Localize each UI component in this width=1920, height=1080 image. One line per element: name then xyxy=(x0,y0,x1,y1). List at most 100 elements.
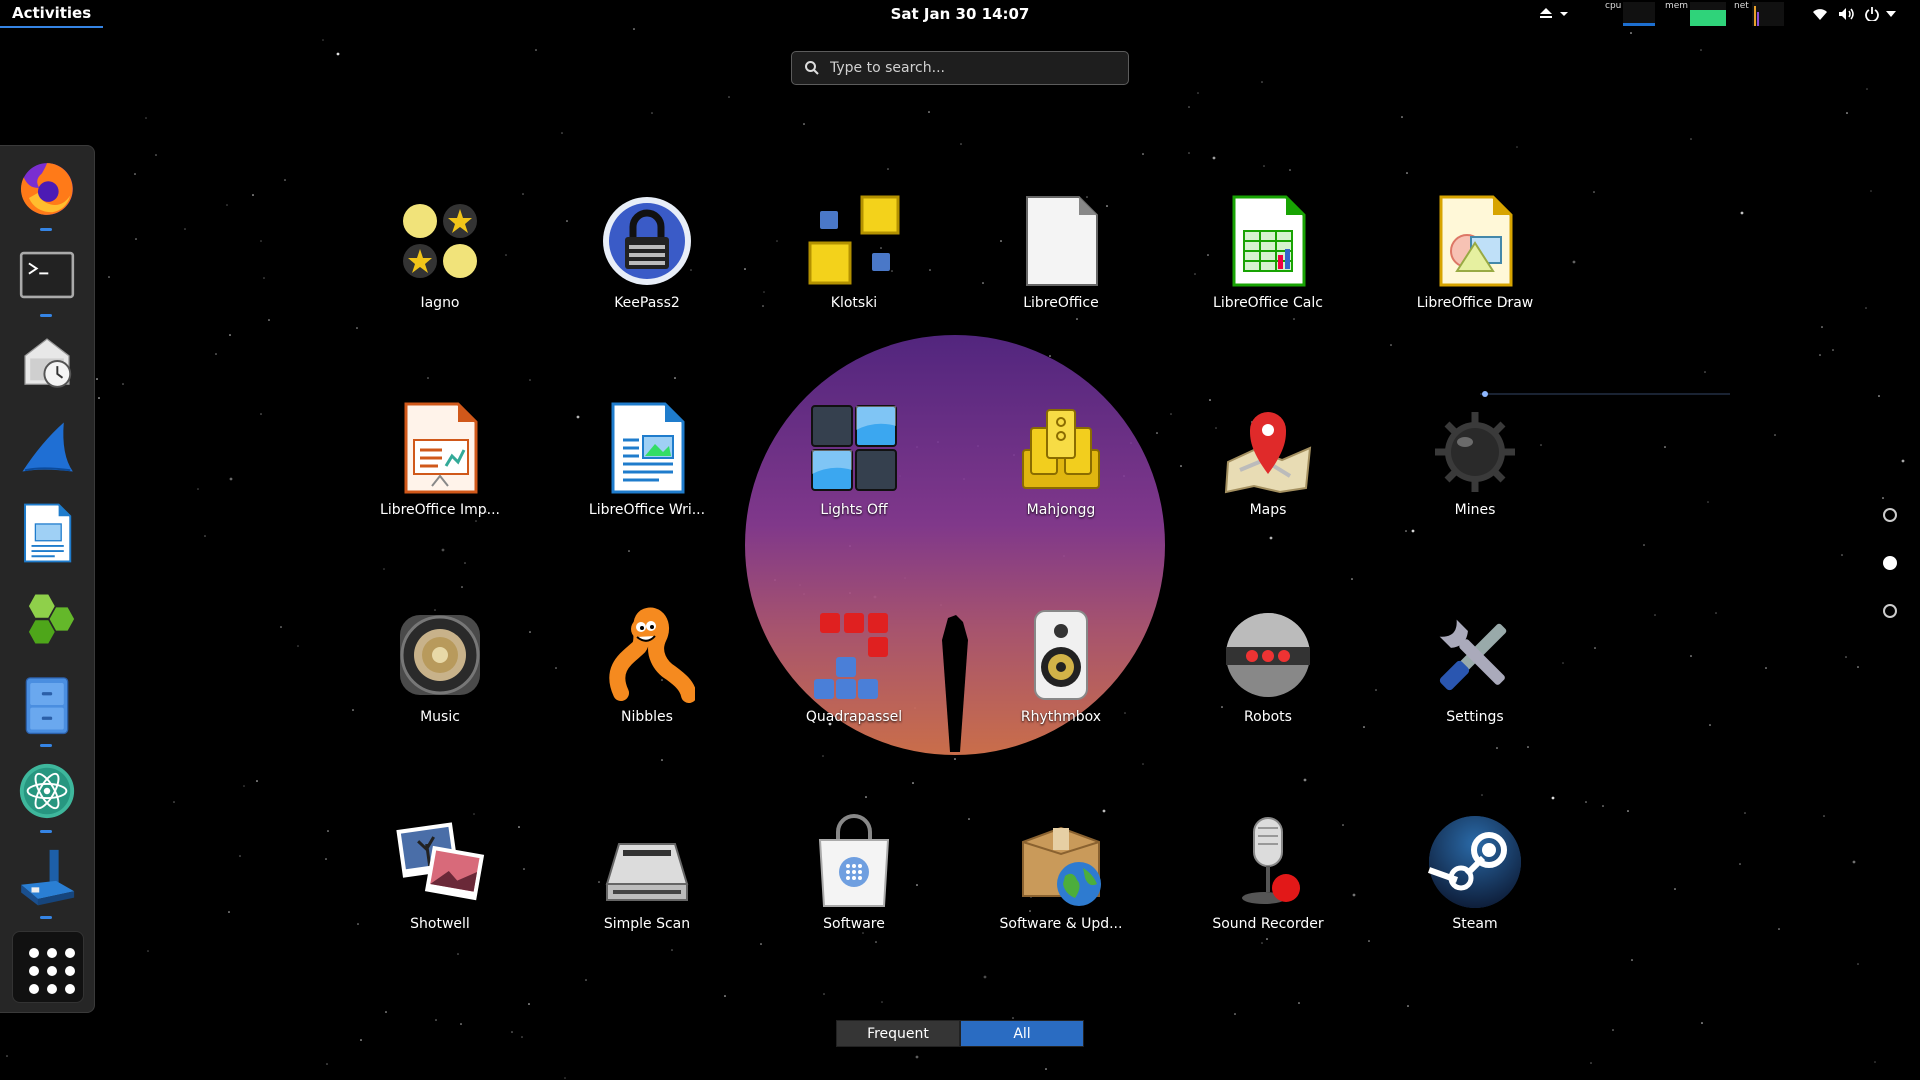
music-icon xyxy=(392,607,488,703)
app-tile[interactable]: Mines xyxy=(1375,362,1575,562)
dash-launcher[interactable] xyxy=(12,758,82,828)
dash-launcher[interactable] xyxy=(12,500,82,570)
app-label: Nibbles xyxy=(621,709,673,725)
system-menu-chevron-icon[interactable] xyxy=(1884,4,1898,24)
app-tile[interactable]: Settings xyxy=(1375,569,1575,769)
dash-launcher[interactable] xyxy=(12,156,82,226)
app-label: LibreOffice Draw xyxy=(1416,295,1534,311)
all-tab[interactable]: All xyxy=(960,1020,1084,1047)
app-label: Iagno xyxy=(420,295,460,311)
app-tile[interactable]: LibreOffice Draw xyxy=(1375,155,1575,355)
show-applications-button[interactable] xyxy=(12,931,84,1003)
libreoffice-draw-icon xyxy=(1427,193,1523,289)
nibbles-icon xyxy=(599,607,695,703)
wifi-icon[interactable] xyxy=(1810,4,1830,24)
app-tile[interactable]: KeePass2 xyxy=(547,155,747,355)
dash-launcher[interactable] xyxy=(12,586,82,656)
app-label: Software xyxy=(823,916,885,932)
quadrapassel-icon xyxy=(806,607,902,703)
running-indicator xyxy=(40,228,52,231)
libreoffice-calc-icon xyxy=(1220,193,1316,289)
app-tile[interactable]: LibreOffice Wri... xyxy=(547,362,747,562)
keepass-icon xyxy=(599,193,695,289)
file-cabinet-icon xyxy=(16,674,78,740)
cpu-graph[interactable]: cpu xyxy=(1605,1,1657,26)
app-label: Mines xyxy=(1454,502,1496,518)
app-label: LibreOffice Wri... xyxy=(588,502,706,518)
app-tile[interactable]: Sound Recorder xyxy=(1168,776,1368,976)
steam-icon xyxy=(1427,814,1523,910)
app-label: Steam xyxy=(1452,916,1498,932)
libreoffice-impress-icon xyxy=(392,400,488,496)
app-tile[interactable]: Mahjongg xyxy=(961,362,1161,562)
app-tile[interactable]: LibreOffice xyxy=(961,155,1161,355)
activities-button[interactable]: Activities xyxy=(0,0,104,28)
iagno-icon xyxy=(392,193,488,289)
app-tile[interactable]: Lights Off xyxy=(754,362,954,562)
power-icon[interactable] xyxy=(1862,4,1882,24)
mines-icon xyxy=(1427,400,1523,496)
lights-off-icon xyxy=(806,400,902,496)
page-indicator-1[interactable] xyxy=(1883,508,1897,522)
top-bar: Activities Sat Jan 30 14:07 cpu mem net xyxy=(0,0,1920,28)
hexagons-icon xyxy=(16,588,78,654)
mahjongg-icon xyxy=(1013,400,1109,496)
app-tile[interactable]: Simple Scan xyxy=(547,776,747,976)
view-toggle: Frequent All xyxy=(836,1020,1084,1047)
app-tile[interactable]: Robots xyxy=(1168,569,1368,769)
dash-launcher[interactable] xyxy=(12,672,82,742)
app-tile[interactable]: Nibbles xyxy=(547,569,747,769)
app-tile[interactable]: Klotski xyxy=(754,155,954,355)
app-tile[interactable]: Software & Upd... xyxy=(961,776,1161,976)
app-label: Mahjongg xyxy=(1026,502,1096,518)
libreoffice-writer-icon xyxy=(16,502,78,568)
dash-launcher[interactable] xyxy=(12,242,82,312)
app-label: Settings xyxy=(1446,709,1504,725)
app-label: Simple Scan xyxy=(603,916,691,932)
libreoffice-writer-icon xyxy=(599,400,695,496)
app-tile[interactable]: Shotwell xyxy=(340,776,540,976)
sound-recorder-icon xyxy=(1220,814,1316,910)
dash-launcher[interactable] xyxy=(12,844,82,914)
app-label: Lights Off xyxy=(820,502,888,518)
app-tile[interactable]: Iagno xyxy=(340,155,540,355)
page-indicator-2[interactable] xyxy=(1883,556,1897,570)
app-label: Software & Upd... xyxy=(999,916,1123,932)
app-label: LibreOffice xyxy=(1023,295,1099,311)
wireshark-icon xyxy=(16,416,78,482)
app-tile[interactable]: Quadrapassel xyxy=(754,569,954,769)
page-indicator-3[interactable] xyxy=(1883,604,1897,618)
show-applications-icon xyxy=(29,948,75,994)
app-tile[interactable]: LibreOffice Calc xyxy=(1168,155,1368,355)
dash-launcher[interactable] xyxy=(12,328,82,398)
running-indicator xyxy=(40,916,52,919)
backup-icon xyxy=(16,330,78,396)
app-tile[interactable]: Maps xyxy=(1168,362,1368,562)
running-indicator xyxy=(40,314,52,317)
dash xyxy=(0,145,95,1013)
search-input[interactable] xyxy=(830,60,1110,76)
wallpaper xyxy=(0,0,1905,1079)
memory-graph[interactable]: mem xyxy=(1665,1,1727,26)
search-box[interactable] xyxy=(791,51,1129,85)
software-updates-icon xyxy=(1013,814,1109,910)
app-label: KeePass2 xyxy=(614,295,680,311)
eject-menu-icon[interactable] xyxy=(1536,4,1572,24)
app-tile[interactable]: Rhythmbox xyxy=(961,569,1161,769)
app-tile[interactable]: Music xyxy=(340,569,540,769)
robots-icon xyxy=(1220,607,1316,703)
dash-launcher[interactable] xyxy=(12,414,82,484)
volume-icon[interactable] xyxy=(1836,4,1858,24)
app-tile[interactable]: Steam xyxy=(1375,776,1575,976)
terminal-icon xyxy=(16,244,78,310)
app-label: Shotwell xyxy=(410,916,470,932)
app-tile[interactable]: Software xyxy=(754,776,954,976)
frequent-tab[interactable]: Frequent xyxy=(836,1020,960,1047)
running-indicator xyxy=(40,830,52,833)
clock[interactable]: Sat Jan 30 14:07 xyxy=(891,5,1030,23)
firefox-icon xyxy=(16,158,78,224)
shotwell-icon xyxy=(392,814,488,910)
network-graph[interactable]: net xyxy=(1734,1,1784,26)
app-tile[interactable]: LibreOffice Imp... xyxy=(340,362,540,562)
app-label: Sound Recorder xyxy=(1212,916,1324,932)
